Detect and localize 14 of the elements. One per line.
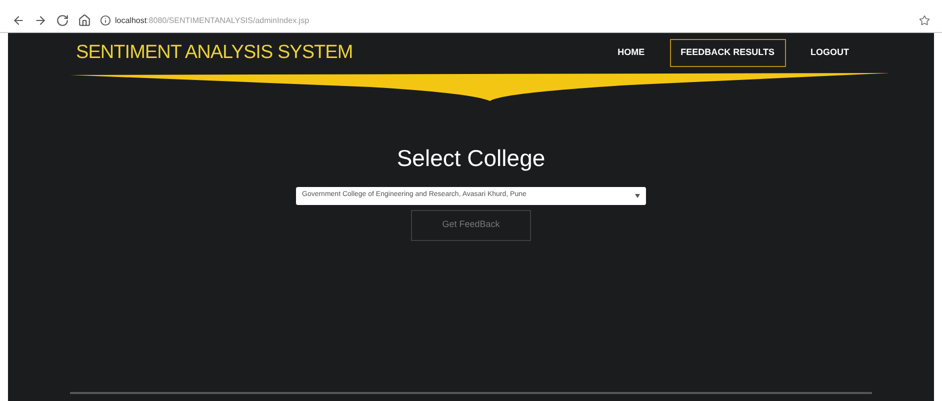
dropdown-arrow-icon xyxy=(635,194,640,198)
page-heading: Select College xyxy=(396,144,546,173)
home-icon[interactable] xyxy=(78,14,91,27)
address-bar[interactable]: localhost:8080/SENTIMENTANALYSIS/adminIndex.jsp xyxy=(115,14,910,26)
get-feedback-button[interactable]: Get FeedBack xyxy=(411,210,531,240)
nav-link[interactable]: FEEDBACK RESULTS xyxy=(670,39,786,67)
site-title: SENTIMENT ANALYSIS SYSTEM xyxy=(76,40,353,65)
nav-link[interactable]: LOGOUT xyxy=(800,39,860,67)
reload-icon[interactable] xyxy=(56,14,69,27)
nav-link[interactable]: HOME xyxy=(606,39,656,67)
back-icon[interactable] xyxy=(12,14,25,27)
forward-icon[interactable] xyxy=(34,14,47,27)
bookmark-icon[interactable] xyxy=(919,15,930,26)
info-icon xyxy=(100,15,111,26)
